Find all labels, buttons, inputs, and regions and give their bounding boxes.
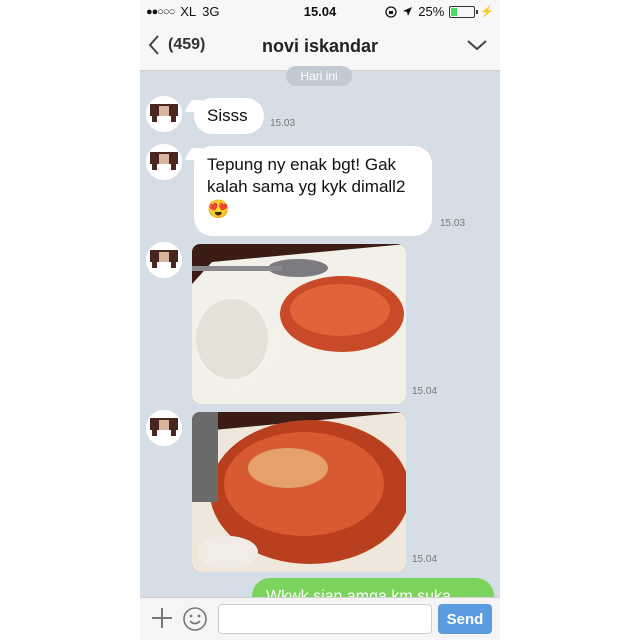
battery-icon bbox=[449, 5, 479, 18]
message-text-line: kalah sama yg kyk dimall2 bbox=[207, 177, 406, 196]
avatar[interactable] bbox=[146, 96, 182, 132]
message-time: 15.04 bbox=[412, 554, 438, 565]
avatar[interactable] bbox=[146, 242, 182, 278]
emoji-icon[interactable] bbox=[182, 606, 208, 632]
message-composer: Send bbox=[140, 597, 500, 640]
orientation-lock-icon bbox=[385, 5, 397, 18]
plus-icon[interactable] bbox=[150, 606, 174, 630]
status-bar: ●●○○○ XL 3G 15.04 25% ⚡ bbox=[140, 0, 500, 24]
avatar[interactable] bbox=[146, 410, 182, 446]
chat-screen: ●●○○○ XL 3G 15.04 25% ⚡ (459) novi iskan… bbox=[140, 0, 500, 640]
message-time: 15.03 bbox=[270, 118, 296, 129]
message-input[interactable] bbox=[218, 604, 432, 634]
chat-header: (459) novi iskandar bbox=[140, 24, 500, 71]
message-text: Sisss bbox=[207, 106, 248, 125]
message-bubble: Tepung ny enak bgt! Gak kalah sama yg ky… bbox=[194, 146, 432, 236]
location-arrow-icon bbox=[403, 7, 413, 16]
chat-title: novi iskandar bbox=[261, 36, 379, 56]
avatar[interactable] bbox=[146, 144, 182, 180]
message-time: 15.03 bbox=[440, 218, 466, 229]
food-photo[interactable] bbox=[192, 244, 406, 404]
heart-eyes-emoji-icon: 😍 bbox=[207, 199, 230, 219]
message-bubble: Sisss bbox=[194, 98, 264, 134]
charging-bolt-icon: ⚡ bbox=[480, 6, 494, 18]
chevron-down-icon[interactable] bbox=[466, 38, 488, 52]
message-text-line: Tepung ny enak bgt! Gak bbox=[207, 155, 397, 174]
food-photo[interactable] bbox=[192, 412, 406, 572]
battery-percentage: 25% bbox=[418, 4, 445, 19]
date-separator: Hari ini bbox=[286, 66, 352, 86]
send-button[interactable]: Send bbox=[438, 604, 492, 634]
message-time: 15.04 bbox=[412, 386, 438, 397]
